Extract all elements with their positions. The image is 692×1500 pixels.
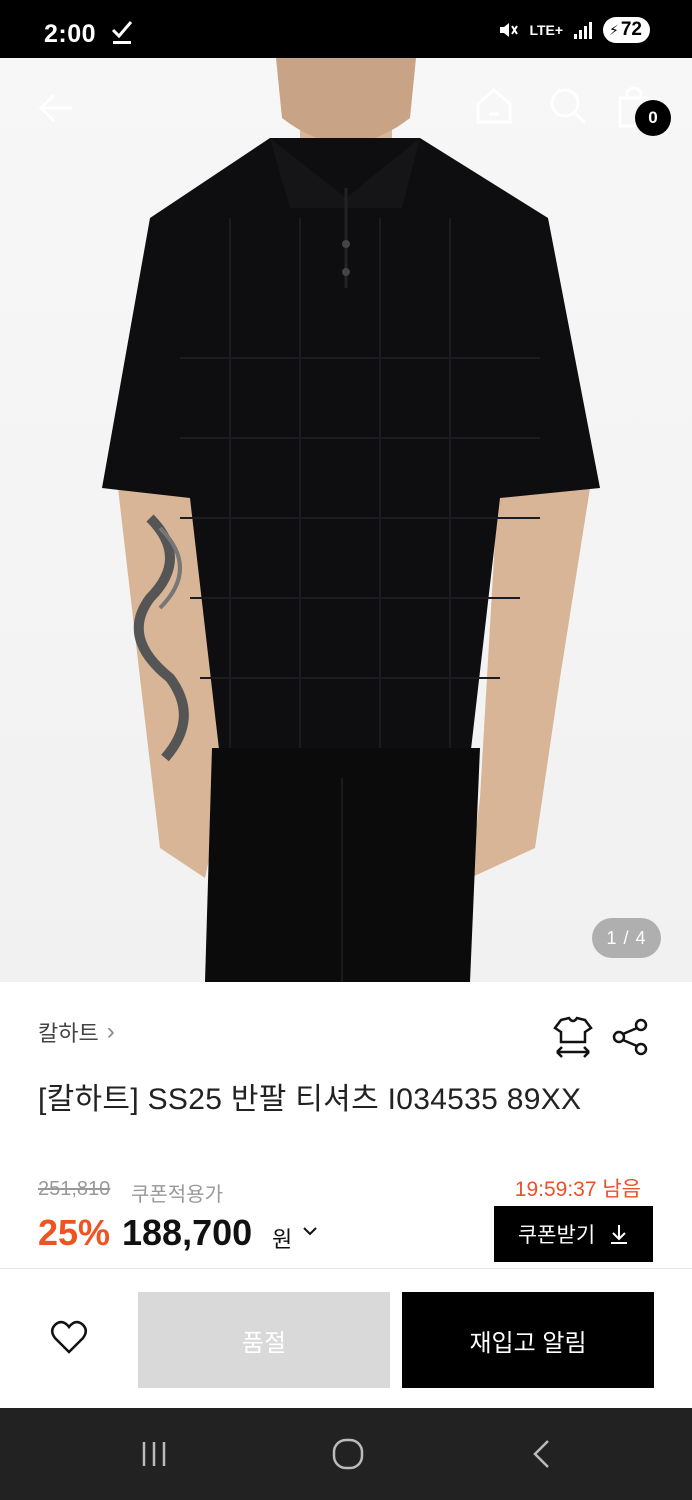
download-done-icon — [111, 21, 133, 44]
coupon-price-label: 쿠폰적용가 — [131, 1184, 223, 1206]
product-image-gallery[interactable]: 0 1 / 4 — [0, 58, 692, 982]
chevron-down-icon — [303, 1227, 317, 1236]
download-icon — [611, 1225, 628, 1244]
coupon-download-button[interactable]: 쿠폰받기 — [494, 1206, 653, 1262]
back-button[interactable] — [36, 88, 80, 132]
home-button[interactable] — [474, 86, 518, 130]
mute-icon — [500, 23, 519, 37]
divider — [0, 1268, 692, 1269]
home-icon — [476, 88, 512, 124]
signal-icon — [574, 22, 593, 39]
original-price: 251,810 — [38, 1178, 111, 1200]
system-nav-bar — [0, 1408, 692, 1500]
home-circle-icon — [332, 1438, 364, 1470]
restock-alert-button[interactable]: 재입고 알림 — [402, 1292, 654, 1388]
coupon-button-label: 쿠폰받기 — [517, 1224, 596, 1247]
size-guide-icon[interactable] — [553, 1016, 593, 1058]
battery-indicator: ⚡ 72 — [603, 17, 650, 43]
search-icon — [550, 88, 587, 125]
price-detail-toggle[interactable] — [302, 1222, 318, 1245]
brand-link[interactable]: 칼하트 › — [38, 1016, 115, 1048]
status-time: 2:00 — [44, 20, 97, 48]
cart-count-badge: 0 — [635, 100, 671, 136]
status-bar: 2:00 LTE+ ⚡ 72 — [0, 0, 692, 58]
brand-name: 칼하트 — [38, 1021, 99, 1046]
gallery-pager: 1 / 4 — [592, 918, 661, 958]
back-chevron-icon — [533, 1440, 549, 1468]
product-photo — [102, 58, 600, 982]
wishlist-heart-icon[interactable] — [50, 1319, 88, 1355]
chevron-right-icon: › — [106, 1018, 115, 1045]
discount-rate: 25% — [38, 1212, 111, 1253]
arrow-left-icon — [38, 93, 72, 123]
currency-label: 원 — [272, 1227, 293, 1252]
sale-price: 188,700 — [122, 1212, 253, 1253]
recent-apps-icon — [142, 1442, 166, 1466]
share-icon[interactable] — [611, 1018, 649, 1056]
home-nav-button[interactable] — [318, 1408, 378, 1500]
soldout-button: 품절 — [138, 1292, 390, 1388]
recent-apps-button[interactable] — [124, 1408, 184, 1500]
network-type: LTE+ — [529, 22, 564, 38]
coupon-timer: 19:59:37 남음 — [514, 1178, 641, 1201]
charging-icon: ⚡ — [609, 21, 619, 38]
search-button[interactable] — [548, 86, 592, 130]
battery-level: 72 — [620, 19, 642, 40]
product-title: [칼하트] SS25 반팔 티셔츠 I034535 89XX — [38, 1083, 582, 1116]
back-nav-button[interactable] — [512, 1408, 572, 1500]
